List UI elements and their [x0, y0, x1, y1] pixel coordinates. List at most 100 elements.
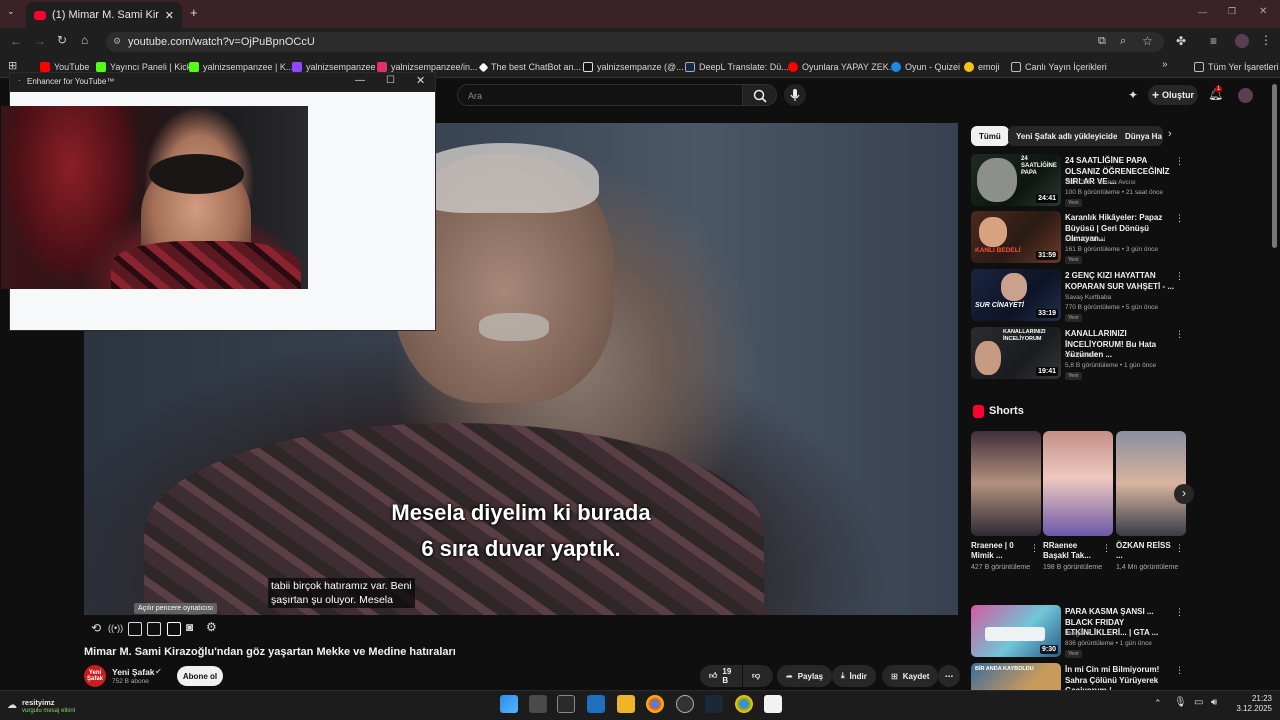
start-windows-icon[interactable]: [500, 695, 518, 713]
popup-close-icon[interactable]: ✕: [416, 74, 425, 87]
home-icon[interactable]: ⌂: [81, 33, 88, 47]
zoom-icon[interactable]: ⌕: [1120, 35, 1126, 48]
popup-minimize-icon[interactable]: —: [355, 75, 365, 86]
all-bookmarks-folder[interactable]: Tüm Yer İşaretleri: [1194, 59, 1279, 75]
chip-next-chevron-icon[interactable]: ›: [1168, 128, 1172, 140]
more-options-icon[interactable]: ⋮: [1175, 213, 1184, 224]
address-bar[interactable]: ⚙ youtube.com/watch?v=OjPuBpnOCcU ⧉ ⌕ ☆: [106, 32, 1164, 52]
recommendation-item[interactable]: BİR ANDA KAYBOLDU İn mi Cin mi Bilmiyoru…: [971, 663, 1186, 690]
site-info-icon[interactable]: ⚙: [113, 36, 121, 47]
short-item[interactable]: ÖZKAN REİSS ... 1,4 Mn görüntüleme ⋮: [1116, 431, 1186, 573]
more-options-icon[interactable]: ⋮: [1102, 543, 1111, 554]
microphone-tray-icon[interactable]: 🎙︎: [1174, 697, 1187, 708]
chip-all[interactable]: Tümü: [971, 126, 1009, 146]
cast-icon[interactable]: ✦: [1128, 88, 1138, 102]
more-options-icon[interactable]: ⋮: [1175, 607, 1184, 618]
popup-maximize-icon[interactable]: ☐: [386, 75, 395, 86]
search-button[interactable]: [743, 84, 777, 106]
audio-wave-icon[interactable]: ((•)): [108, 623, 123, 633]
bookmark-folder[interactable]: Canlı Yayın İçerikleri: [1011, 59, 1107, 75]
enhancer-popup-window[interactable]: · Enhancer for YouTube™ — ☐ ✕: [1, 72, 436, 331]
shorts-next-chevron-icon[interactable]: ›: [1174, 484, 1194, 504]
popup-video-player[interactable]: [1, 106, 308, 289]
create-button[interactable]: + Oluştur: [1148, 85, 1198, 105]
recommendation-item[interactable]: 9:30 PARA KASMA ŞANSI ... BLACK FRIDAY E…: [971, 605, 1186, 658]
voice-search-button[interactable]: [784, 84, 806, 106]
recommendation-item[interactable]: KANLI BEDELİ 31:59 Karanlık Hikâyeler: P…: [971, 211, 1186, 264]
chrome-icon[interactable]: [646, 695, 664, 713]
tray-chevron-icon[interactable]: ⌃: [1154, 698, 1162, 709]
notepad-icon[interactable]: [764, 695, 782, 713]
size-toggle-icon[interactable]: [147, 622, 161, 636]
recommendation-channel: TUNCER · Gizem Avcısı: [1065, 179, 1136, 186]
restore-icon[interactable]: ❐: [1228, 6, 1236, 17]
network-icon[interactable]: ▭: [1194, 697, 1203, 708]
file-explorer-icon[interactable]: [617, 695, 635, 713]
reload-icon[interactable]: ↻: [57, 33, 67, 47]
chrome-menu-icon[interactable]: ⋮: [1260, 33, 1272, 47]
cinema-mode-icon[interactable]: [128, 622, 142, 636]
thumbnail-figure: [979, 217, 1007, 247]
tab-active[interactable]: (1) Mimar M. Sami Kirazoğlu'n ✕: [26, 2, 182, 28]
profile-avatar[interactable]: [1235, 34, 1249, 48]
avatar[interactable]: [1238, 88, 1253, 103]
extensions-icon[interactable]: ✤: [1176, 34, 1186, 48]
install-app-icon[interactable]: ⧉: [1098, 35, 1106, 48]
bookmark-star-icon[interactable]: ☆: [1142, 34, 1153, 48]
bookmark-item[interactable]: Oyun - Quizei: [891, 59, 960, 75]
chatgpt-icon[interactable]: [676, 695, 694, 713]
apps-grid-icon[interactable]: ⊞: [8, 59, 17, 72]
search-input[interactable]: Ara: [457, 84, 743, 106]
download-button[interactable]: ⤓ İndir: [832, 665, 876, 687]
chip-world[interactable]: Dünya Ha: [1117, 126, 1163, 146]
save-button[interactable]: ⊞ Kaydet: [882, 665, 939, 687]
more-options-icon[interactable]: ⋮: [1175, 156, 1184, 167]
short-item[interactable]: RRaenee Başakl Tak... 198 B görüntüleme …: [1043, 431, 1113, 573]
steam-icon[interactable]: [705, 695, 723, 713]
like-button[interactable]: 👍︎ 19 B: [700, 665, 742, 687]
new-tab-icon[interactable]: +: [190, 5, 198, 20]
short-item[interactable]: Rraenee | 0 Mimik ... 427 B görüntüleme …: [971, 431, 1041, 573]
volume-icon[interactable]: 🔊︎: [1211, 697, 1217, 708]
screenshot-icon[interactable]: ◙: [186, 620, 193, 634]
more-options-icon[interactable]: ⋮: [1175, 329, 1184, 340]
more-options-icon[interactable]: ⋮: [1175, 543, 1184, 554]
widget-icon[interactable]: ☁: [7, 700, 17, 711]
recommendation-item[interactable]: 24 SAATLİĞİNE PAPA 24:41 24 SAATLİĞİNE P…: [971, 154, 1186, 207]
chrome-profile-icon[interactable]: [735, 695, 753, 713]
settings-gear-icon[interactable]: ⚙: [206, 620, 217, 634]
minimize-icon[interactable]: —: [1198, 7, 1207, 17]
channel-avatar[interactable]: Yeni Şafak: [84, 665, 106, 687]
recommendation-item[interactable]: KANALLARINIZI İNCELİYORUM 19:41 KANALLAR…: [971, 327, 1186, 380]
more-options-icon[interactable]: ⋮: [1175, 665, 1184, 676]
subscribe-button[interactable]: Abone ol: [177, 666, 223, 686]
bookmark-item[interactable]: The best ChatBot an...: [478, 59, 581, 75]
more-actions-button[interactable]: ⋯: [938, 665, 960, 687]
page-scrollbar[interactable]: [1272, 84, 1277, 248]
more-bookmarks-icon[interactable]: »: [1162, 59, 1168, 70]
share-button[interactable]: ➦ Paylaş: [777, 665, 833, 687]
loop-icon[interactable]: ⟲: [91, 621, 101, 635]
media-app-icon[interactable]: [557, 695, 575, 713]
reading-list-icon[interactable]: ≡: [1210, 34, 1217, 48]
forward-icon[interactable]: →: [34, 34, 46, 48]
recommendation-item[interactable]: SUR CİNAYETİ 33:19 2 GENÇ KIZI HAYATTAN …: [971, 269, 1186, 322]
task-view-icon[interactable]: [529, 695, 547, 713]
channel-name[interactable]: Yeni Şafak: [112, 667, 155, 677]
more-options-icon[interactable]: ⋮: [1175, 271, 1184, 282]
window-close-icon[interactable]: ✕: [1259, 6, 1267, 17]
popup-player-icon[interactable]: [167, 622, 181, 636]
bookmark-item[interactable]: DeepL Translate: Dü...: [685, 59, 789, 75]
bookmark-item[interactable]: emoji: [964, 59, 1000, 75]
bookmark-item[interactable]: yalnizsempanze (@...: [583, 59, 684, 75]
more-options-icon[interactable]: ⋮: [1030, 543, 1039, 554]
tab-list-chevron-icon[interactable]: ⌄: [7, 6, 15, 17]
photos-icon[interactable]: [587, 695, 605, 713]
bookmark-item[interactable]: Oyunlara YAPAY ZEK...: [788, 59, 896, 75]
chip-uploader[interactable]: Yeni Şafak adlı yükleyiciden: [1008, 126, 1131, 146]
back-icon[interactable]: ←: [10, 34, 22, 48]
system-clock[interactable]: 21:23 3.12.2025: [1228, 694, 1272, 714]
popup-title-bar[interactable]: · Enhancer for YouTube™ — ☐ ✕: [10, 73, 435, 92]
dislike-button[interactable]: 👎︎: [743, 665, 773, 687]
tab-close-icon[interactable]: ✕: [165, 9, 174, 22]
